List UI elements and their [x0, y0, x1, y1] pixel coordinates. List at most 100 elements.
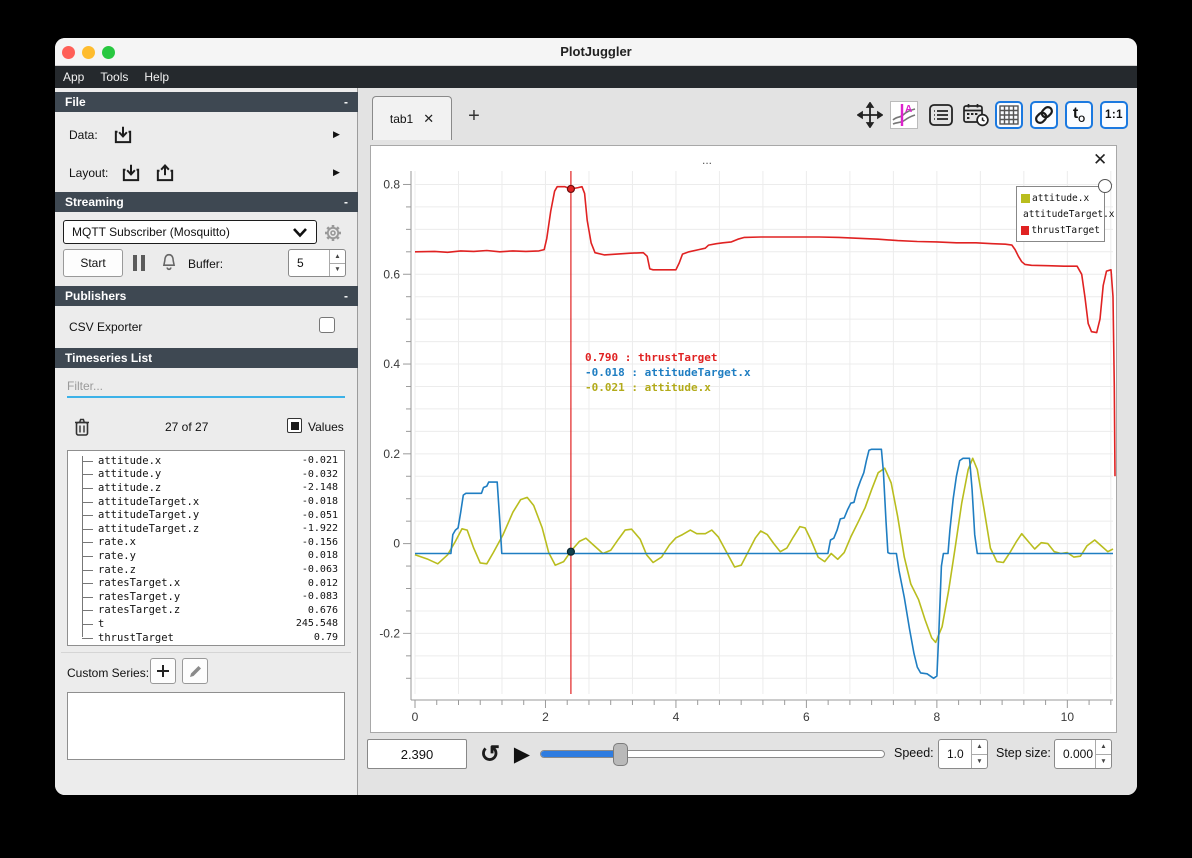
timeseries-value: 0.676	[307, 604, 338, 616]
y-tick-label: 0.2	[383, 447, 400, 461]
legend-entry[interactable]: thrustTarget	[1021, 222, 1100, 238]
spin-up-icon[interactable]: ▲	[330, 250, 345, 264]
spin-up-icon[interactable]: ▲	[1096, 740, 1111, 755]
tracker-value-label: -0.021 : attitude.x	[585, 381, 711, 394]
loop-button[interactable]: ↺	[475, 739, 505, 769]
speed-spinbox[interactable]: 1.0 ▲ ▼	[938, 739, 988, 769]
step-size-spinbox[interactable]: 0.000 ▲ ▼	[1054, 739, 1112, 769]
edit-custom-series-button[interactable]	[182, 658, 208, 684]
gear-icon[interactable]	[321, 221, 345, 245]
spin-up-icon[interactable]: ▲	[972, 740, 987, 755]
grid-view-button[interactable]	[995, 101, 1023, 129]
tracker-value-label: 0.790 : thrustTarget	[585, 351, 717, 364]
timeseries-item[interactable]: rate.x -0.156	[74, 536, 344, 550]
timeseries-item[interactable]: ratesTarget.x 0.012	[74, 576, 344, 590]
timeline-slider[interactable]	[540, 743, 885, 766]
timeseries-name: thrustTarget	[98, 631, 174, 644]
tab-close-icon[interactable]: ✕	[423, 111, 434, 127]
y-tick-label: 0.8	[383, 177, 400, 191]
csv-exporter-checkbox[interactable]	[319, 317, 335, 333]
spin-arrows[interactable]: ▲ ▼	[1095, 740, 1111, 768]
plot-legend[interactable]: attitude.x attitudeTarget.x thrustTarget	[1016, 186, 1115, 242]
list-view-icon[interactable]	[927, 101, 955, 129]
section-header-file[interactable]: File -	[55, 92, 358, 112]
legend-label: attitude.x	[1032, 192, 1090, 204]
legend-toggle-knob[interactable]	[1098, 179, 1112, 193]
timeseries-name: ratesTarget.y	[98, 590, 181, 603]
custom-series-list[interactable]	[67, 692, 345, 760]
step-size-value: 0.000	[1063, 747, 1094, 761]
link-axes-button[interactable]	[1030, 101, 1058, 129]
legend-entry[interactable]: attitudeTarget.x	[1021, 206, 1115, 222]
tab-tab1[interactable]: tab1 ✕	[372, 96, 452, 140]
timeseries-item[interactable]: attitude.z -2.148	[74, 481, 344, 495]
collapse-icon[interactable]: -	[344, 92, 348, 112]
play-button[interactable]: ▶	[508, 739, 536, 769]
timeseries-item[interactable]: attitudeTarget.y -0.051	[74, 508, 344, 522]
timeseries-item[interactable]: attitude.y -0.032	[74, 468, 344, 482]
load-data-icon[interactable]	[112, 124, 134, 146]
timeseries-value: 0.012	[307, 577, 338, 589]
spin-arrows[interactable]: ▲ ▼	[971, 740, 987, 768]
legend-entry[interactable]: attitude.x	[1021, 190, 1100, 206]
timeseries-item[interactable]: thrustTarget 0.79	[74, 631, 344, 645]
timeseries-item[interactable]: rate.z -0.063	[74, 563, 344, 577]
buffer-spinbox[interactable]: 5 ▲ ▼	[288, 249, 346, 277]
spin-down-icon[interactable]: ▼	[330, 264, 345, 277]
x-tick-label: 0	[412, 710, 419, 724]
legend-swatch-icon	[1021, 193, 1030, 203]
menu-help[interactable]: Help	[144, 70, 169, 84]
values-checkbox[interactable]	[287, 418, 302, 433]
data-expand-arrow-icon[interactable]: ▶	[333, 129, 340, 140]
current-time-input[interactable]	[367, 739, 467, 769]
ratio-button[interactable]: 1:1	[1100, 101, 1128, 129]
tracker-style-icon[interactable]: A	[890, 101, 918, 129]
add-custom-series-button[interactable]	[150, 658, 176, 684]
streaming-source-value: MQTT Subscriber (Mosquitto)	[72, 225, 230, 239]
load-layout-icon[interactable]	[120, 162, 142, 184]
section-header-publishers[interactable]: Publishers -	[55, 286, 358, 306]
spin-arrows[interactable]: ▲ ▼	[329, 250, 345, 276]
save-layout-icon[interactable]	[154, 162, 176, 184]
timeseries-tree[interactable]: attitude.x -0.021 attitude.y -0.032 attitude…	[67, 450, 345, 646]
tab-label: tab1	[389, 111, 414, 126]
start-button[interactable]: Start	[63, 249, 123, 277]
timeseries-item[interactable]: attitude.x -0.021	[74, 454, 344, 468]
timeseries-item[interactable]: attitudeTarget.x -0.018	[74, 495, 344, 509]
timeseries-value: -0.051	[301, 509, 338, 521]
timeseries-value: 245.548	[295, 618, 338, 630]
menu-tools[interactable]: Tools	[100, 70, 128, 84]
screen-background: PlotJuggler App Tools Help File - Data: …	[0, 0, 1192, 858]
legend-swatch-icon	[1021, 225, 1030, 235]
plot-canvas[interactable]: 0 2 4 6 8 10 -0.2 0 0.2 0.4 0.6 0.8 0.790 : thrustT…	[375, 150, 1125, 728]
bell-icon[interactable]	[158, 251, 180, 278]
add-tab-button[interactable]: +	[462, 104, 486, 128]
streaming-source-select[interactable]: MQTT Subscriber (Mosquitto)	[63, 220, 317, 244]
section-header-timeseries[interactable]: Timeseries List	[55, 348, 358, 368]
timeseries-name: attitudeTarget.z	[98, 522, 200, 535]
timeseries-item[interactable]: ratesTarget.z 0.676	[74, 604, 344, 618]
plus-icon	[157, 665, 169, 677]
pan-zoom-icon[interactable]	[856, 101, 884, 129]
timeseries-name: ratesTarget.z	[98, 604, 181, 617]
slider-handle[interactable]	[612, 743, 628, 766]
divider	[61, 652, 351, 653]
timeseries-item[interactable]: attitudeTarget.z -1.922	[74, 522, 344, 536]
pause-icon[interactable]	[133, 255, 145, 271]
section-header-streaming[interactable]: Streaming -	[55, 192, 358, 212]
timeseries-item[interactable]: ratesTarget.y -0.083	[74, 590, 344, 604]
speed-value: 1.0	[947, 747, 964, 761]
timeseries-value: -2.148	[301, 482, 338, 494]
menu-app[interactable]: App	[63, 70, 84, 84]
trash-icon[interactable]	[72, 416, 92, 443]
collapse-icon[interactable]: -	[344, 286, 348, 306]
time-offset-button[interactable]: tO	[1065, 101, 1093, 129]
datetime-icon[interactable]	[962, 101, 990, 129]
spin-down-icon[interactable]: ▼	[972, 755, 987, 769]
timeseries-item[interactable]: rate.y 0.018	[74, 549, 344, 563]
collapse-icon[interactable]: -	[344, 192, 348, 212]
spin-down-icon[interactable]: ▼	[1096, 755, 1111, 769]
timeseries-item[interactable]: t 245.548	[74, 617, 344, 631]
filter-input[interactable]	[67, 376, 345, 398]
layout-expand-arrow-icon[interactable]: ▶	[333, 167, 340, 178]
